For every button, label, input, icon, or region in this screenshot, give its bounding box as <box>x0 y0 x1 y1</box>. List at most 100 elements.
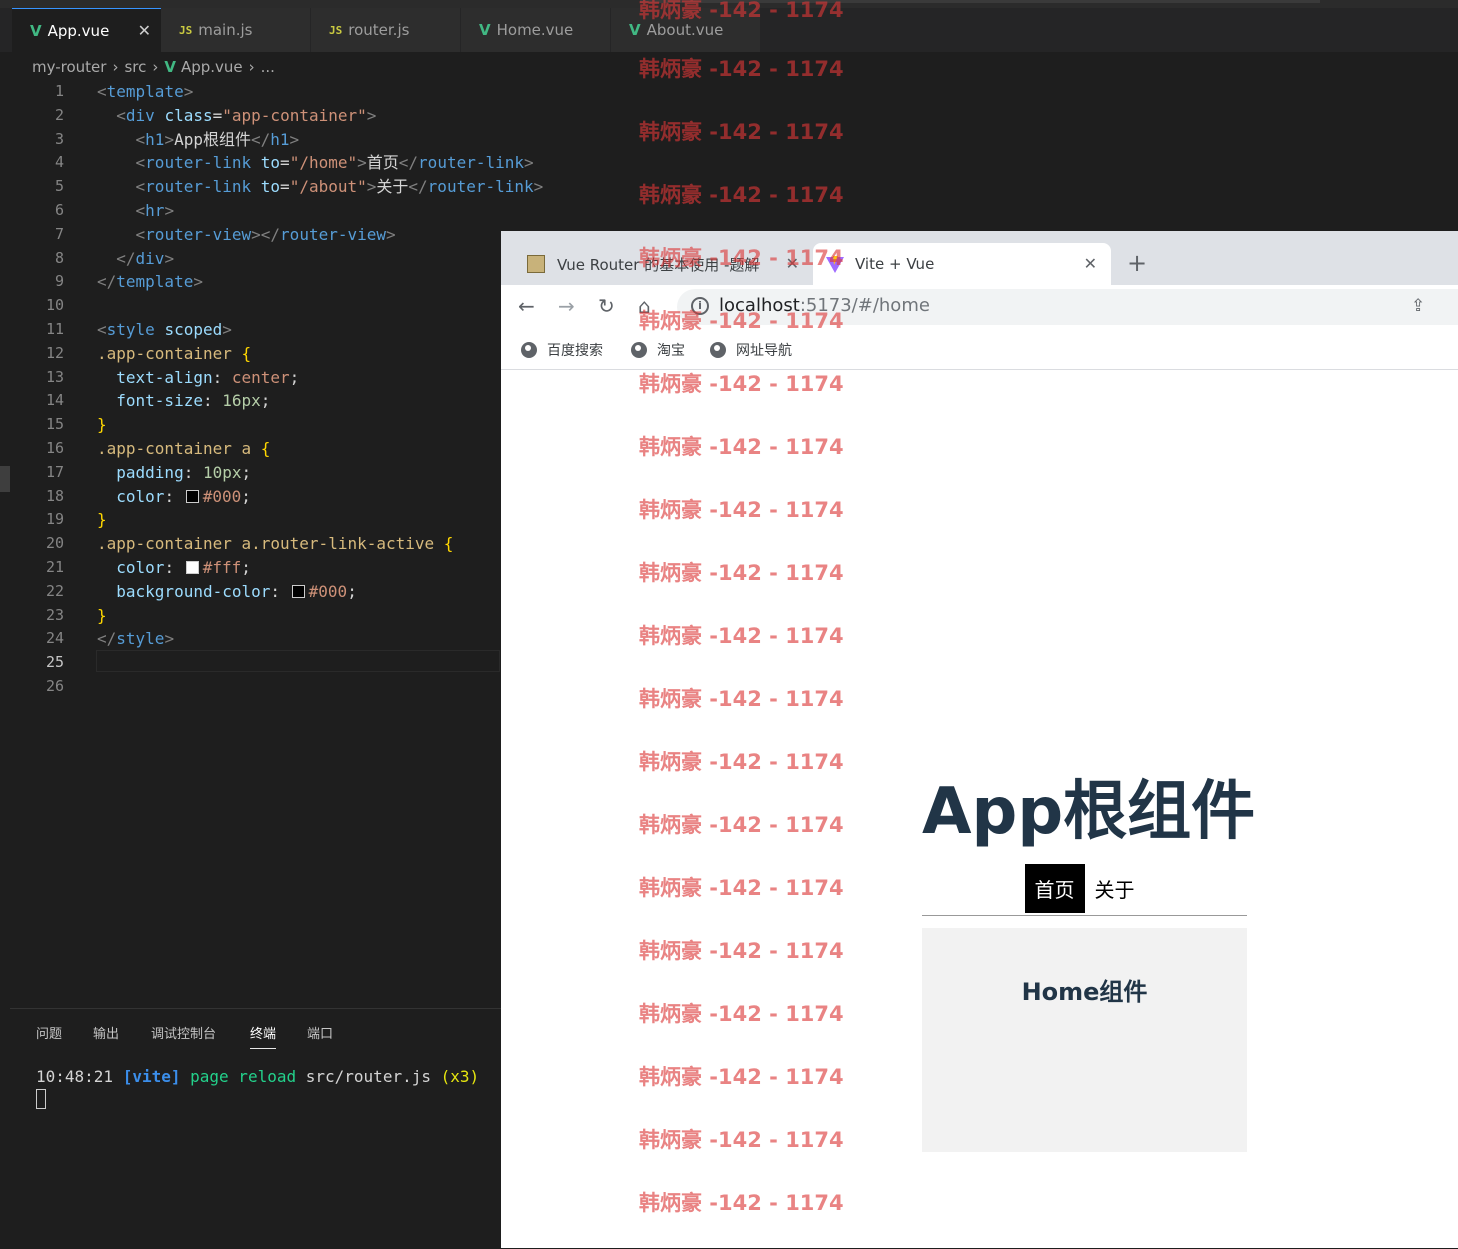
tab-router-js[interactable]: JS router.js <box>311 8 461 52</box>
code-line: font-size: 16px; <box>116 391 271 411</box>
breadcrumb-item[interactable]: ... <box>261 58 275 76</box>
reload-icon[interactable]: ↻ <box>598 294 615 318</box>
breadcrumb-item[interactable]: src <box>124 58 146 76</box>
line-number: 23 <box>45 605 64 624</box>
code-line: } <box>97 510 107 530</box>
divider <box>922 915 1247 916</box>
terminal-time: 10:48:21 <box>36 1067 114 1086</box>
watermark-text: 韩炳豪 -142 - 1174 <box>639 813 844 837</box>
watermark-text: 韩炳豪 -142 - 1174 <box>639 939 844 963</box>
code-line: <template> <box>97 82 194 101</box>
bottom-panel: 问题 输出 调试控制台 终端 端口 10:48:21 [vite] page r… <box>10 1008 501 1249</box>
watermark-text: 韩炳豪 -142 - 1174 <box>639 0 844 22</box>
line-number: 26 <box>45 676 64 695</box>
browser-tab-active[interactable]: Vite + Vue ✕ <box>813 243 1111 285</box>
js-icon: JS <box>179 23 193 37</box>
line-number: 21 <box>45 557 64 576</box>
line-number: 10 <box>45 296 64 315</box>
home-component: Home组件 <box>922 928 1247 1152</box>
tab-label: router.js <box>348 21 410 39</box>
code-line: <router-link to="/home">首页</router-link> <box>135 153 534 173</box>
line-number: 4 <box>54 153 64 172</box>
line-number: 20 <box>45 534 64 553</box>
bookmark-item[interactable]: 网址导航 <box>710 340 792 360</box>
code-line: .app-container a.router-link-active { <box>97 534 454 554</box>
watermark-text: 韩炳豪 -142 - 1174 <box>639 120 844 144</box>
code-line: background-color: #000; <box>116 581 357 601</box>
code-line: } <box>97 605 107 625</box>
code-line: <router-view></router-view> <box>135 224 396 244</box>
line-number: 8 <box>54 248 64 267</box>
color-swatch[interactable] <box>185 489 199 503</box>
breadcrumb-item[interactable]: App.vue <box>181 58 243 76</box>
watermark-text: 韩炳豪 -142 - 1174 <box>639 1128 844 1152</box>
breadcrumb-item[interactable]: my-router <box>32 58 106 76</box>
code-area[interactable]: <template> <div class="app-container"> <… <box>97 80 544 699</box>
code-line: <h1>App根组件</h1> <box>135 129 300 149</box>
line-number: 22 <box>45 581 64 600</box>
watermark-text: 韩炳豪 -142 - 1174 <box>639 246 844 270</box>
close-tab-icon[interactable]: ✕ <box>1084 254 1097 273</box>
line-number: 15 <box>45 415 64 434</box>
code-line: <router-link to="/about">关于</router-link… <box>135 177 544 197</box>
watermark-text: 韩炳豪 -142 - 1174 <box>639 57 844 81</box>
line-number: 9 <box>54 272 64 291</box>
code-line: .app-container a { <box>97 438 271 458</box>
panel-tab-output[interactable]: 输出 <box>93 1023 119 1042</box>
line-number: 5 <box>54 177 64 196</box>
code-line: } <box>97 415 107 435</box>
line-number: 19 <box>45 510 64 529</box>
code-line: </div> <box>116 248 175 268</box>
vue-icon: V <box>164 58 176 76</box>
panel-tab-problems[interactable]: 问题 <box>36 1023 62 1042</box>
watermark-text: 韩炳豪 -142 - 1174 <box>639 309 844 333</box>
breadcrumb: my-router › src › V App.vue › ... <box>32 56 275 78</box>
code-line: <div class="app-container"> <box>116 105 377 125</box>
bookmark-item[interactable]: 百度搜索 <box>521 340 603 360</box>
line-number: 14 <box>45 391 64 410</box>
bookmark-item[interactable]: 淘宝 <box>631 340 685 360</box>
watermark-text: 韩炳豪 -142 - 1174 <box>639 687 844 711</box>
code-line: text-align: center; <box>116 367 300 387</box>
new-tab-icon[interactable]: + <box>1127 249 1147 277</box>
home-link[interactable]: 首页 <box>1024 864 1085 913</box>
bookmark-label: 网址导航 <box>736 343 792 359</box>
line-number-current: 25 <box>45 653 64 672</box>
panel-tab-ports[interactable]: 端口 <box>307 1023 333 1042</box>
home-title: Home组件 <box>1021 978 1148 1006</box>
panel-tab-debug-console[interactable]: 调试控制台 <box>151 1023 216 1042</box>
chevron-right-icon: › <box>152 58 159 76</box>
about-link[interactable]: 关于 <box>1085 864 1145 913</box>
code-line: <hr> <box>135 200 175 220</box>
tab-home-vue[interactable]: V Home.vue <box>461 8 611 52</box>
color-swatch[interactable] <box>185 560 199 574</box>
watermark-text: 韩炳豪 -142 - 1174 <box>639 1191 844 1215</box>
watermark-text: 韩炳豪 -142 - 1174 <box>639 1002 844 1026</box>
bookmark-label: 淘宝 <box>657 343 685 359</box>
line-number: 18 <box>45 486 64 505</box>
color-swatch[interactable] <box>291 584 305 598</box>
code-line: .app-container { <box>97 343 252 363</box>
line-number: 6 <box>54 200 64 219</box>
bookmark-label: 百度搜索 <box>547 343 603 359</box>
panel-tab-terminal[interactable]: 终端 <box>250 1023 277 1049</box>
browser-tab-title: Vite + Vue <box>855 255 935 273</box>
bookmarks-bar: 百度搜索 淘宝 网址导航 <box>501 329 1458 370</box>
tab-main-js[interactable]: JS main.js <box>161 8 311 52</box>
watermark-text: 韩炳豪 -142 - 1174 <box>639 498 844 522</box>
forward-arrow-icon[interactable]: → <box>558 294 575 318</box>
terminal-cursor[interactable] <box>36 1089 46 1109</box>
tab-label: App.vue <box>47 21 110 40</box>
share-icon[interactable]: ⇪ <box>1411 296 1425 316</box>
watermark-text: 韩炳豪 -142 - 1174 <box>639 372 844 396</box>
globe-icon <box>631 342 647 358</box>
back-arrow-icon[interactable]: ← <box>518 294 535 318</box>
code-line: color: #000; <box>116 486 251 506</box>
tab-app-vue[interactable]: V App.vue ✕ <box>12 8 162 52</box>
router-nav: 首页 关于 <box>922 864 1247 913</box>
line-number: 1 <box>54 82 64 100</box>
close-icon[interactable]: ✕ <box>138 21 151 40</box>
watermark-text: 韩炳豪 -142 - 1174 <box>639 561 844 585</box>
